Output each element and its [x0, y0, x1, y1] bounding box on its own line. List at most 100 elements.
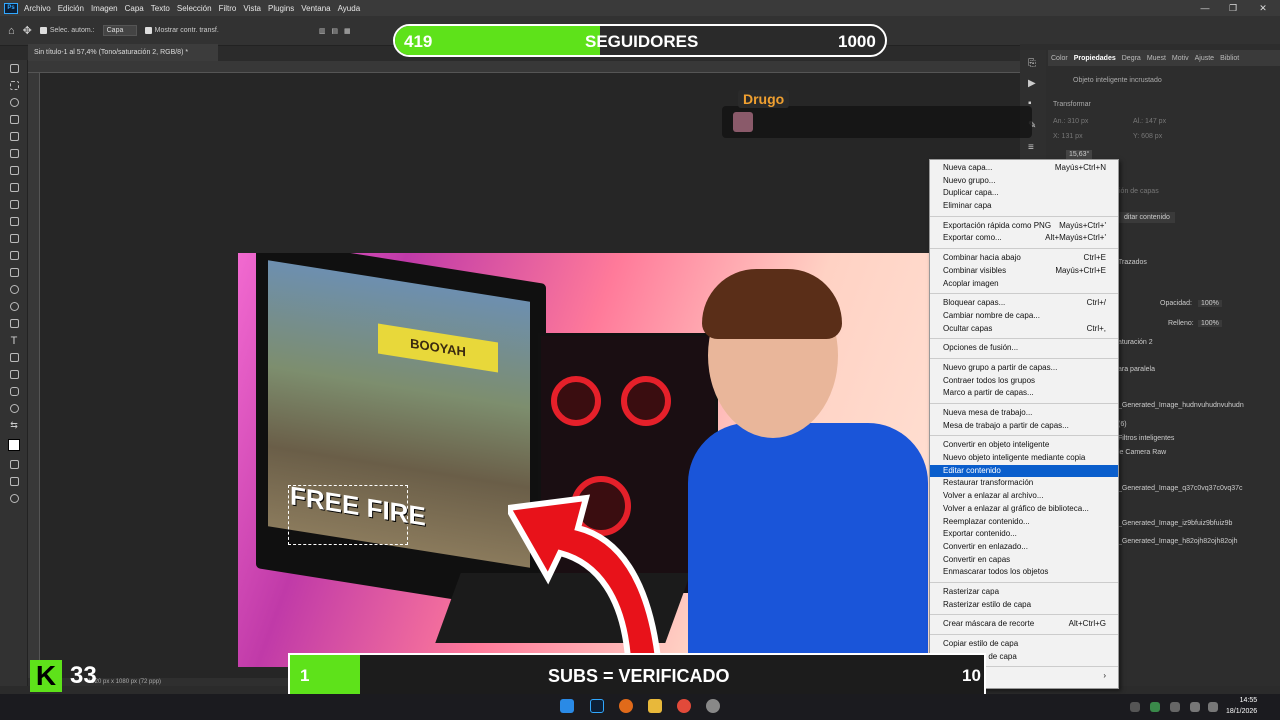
- play-icon[interactable]: ▶: [1028, 78, 1036, 89]
- system-tray-icon[interactable]: [1130, 702, 1140, 712]
- layer-item[interactable]: _Generated_Image_hudnvuhudnvuhudn: [1118, 402, 1244, 409]
- menu-ayuda[interactable]: Ayuda: [338, 4, 361, 13]
- layer-comps-dropdown[interactable]: ión de capas: [1119, 188, 1159, 195]
- angle-field[interactable]: 15,63°: [1066, 150, 1093, 159]
- menu-edicion[interactable]: Edición: [58, 4, 84, 13]
- pen-icon[interactable]: [0, 315, 28, 332]
- auto-select-dropdown[interactable]: Capa: [102, 25, 137, 36]
- path-select-icon[interactable]: [0, 349, 28, 366]
- menu-item[interactable]: Nuevo grupo...: [930, 175, 1118, 188]
- menu-item[interactable]: Acoplar imagen: [930, 278, 1118, 291]
- height-field[interactable]: Al.: 147 px: [1133, 118, 1166, 125]
- mic-icon[interactable]: [1170, 702, 1180, 712]
- file-explorer-icon[interactable]: [648, 699, 662, 713]
- clone-stamp-icon[interactable]: [0, 213, 28, 230]
- dodge-icon[interactable]: [0, 298, 28, 315]
- layer-item[interactable]: aturación 2: [1118, 339, 1153, 346]
- history-icon[interactable]: ⎘: [1028, 58, 1036, 69]
- menu-item[interactable]: Enmascarar todos los objetos: [930, 566, 1118, 579]
- menu-plugins[interactable]: Plugins: [268, 4, 294, 13]
- menu-item[interactable]: Bloquear capas... Ctrl+/: [930, 297, 1118, 310]
- history-brush-icon[interactable]: [0, 230, 28, 247]
- align-icons[interactable]: ▥▤▦: [319, 27, 357, 35]
- menu-ventana[interactable]: Ventana: [301, 4, 330, 13]
- menu-item[interactable]: Nuevo objeto inteligente mediante copia: [930, 452, 1118, 465]
- menu-capa[interactable]: Capa: [125, 4, 144, 13]
- menu-item[interactable]: Combinar hacia abajo Ctrl+E: [930, 252, 1118, 265]
- layer-item[interactable]: _Generated_Image_h82ojh82ojh82ojh: [1118, 538, 1238, 545]
- menu-item[interactable]: Exportar como... Alt+Mayús+Ctrl+': [930, 232, 1118, 245]
- menu-item[interactable]: Combinar visibles Mayús+Ctrl+E: [930, 265, 1118, 278]
- quick-mask-icon[interactable]: [0, 456, 28, 473]
- ai-generate-icon[interactable]: [0, 490, 28, 507]
- menu-imagen[interactable]: Imagen: [91, 4, 118, 13]
- clock[interactable]: 14:55 18/1/2026: [1226, 695, 1257, 717]
- chrome-icon[interactable]: [677, 699, 691, 713]
- blur-icon[interactable]: [0, 281, 28, 298]
- layer-item[interactable]: Filtros inteligentes: [1118, 435, 1174, 442]
- y-field[interactable]: Y: 608 px: [1133, 133, 1162, 140]
- menu-item[interactable]: Volver a enlazar al gráfico de bibliotec…: [930, 503, 1118, 516]
- menu-filtro[interactable]: Filtro: [219, 4, 237, 13]
- menu-item[interactable]: Rasterizar capa: [930, 586, 1118, 599]
- hand-icon[interactable]: [0, 383, 28, 400]
- healing-brush-icon[interactable]: [0, 179, 28, 196]
- type-icon[interactable]: T: [0, 332, 28, 349]
- tab-bibliotecas[interactable]: Bibliot: [1220, 55, 1239, 62]
- menu-item[interactable]: Mesa de trabajo a partir de capas...: [930, 420, 1118, 433]
- home-icon[interactable]: ⌂: [8, 25, 15, 37]
- menu-item[interactable]: Marco a partir de capas...: [930, 387, 1118, 400]
- marquee-icon[interactable]: [0, 77, 28, 94]
- photoshop-taskbar-icon[interactable]: [590, 699, 604, 713]
- move-icon[interactable]: [0, 60, 28, 77]
- volume-icon[interactable]: [1208, 702, 1218, 712]
- tab-motivos[interactable]: Motiv: [1172, 55, 1189, 62]
- menu-item[interactable]: Nueva capa... Mayús+Ctrl+N: [930, 162, 1118, 175]
- rectangle-icon[interactable]: [0, 366, 28, 383]
- crop-icon[interactable]: [0, 128, 28, 145]
- layer-item[interactable]: _Generated_Image_q37c0vq37c0vq37c: [1118, 485, 1243, 492]
- tab-trazados[interactable]: Trazados: [1118, 259, 1147, 266]
- object-select-icon[interactable]: [0, 111, 28, 128]
- eyedropper-icon[interactable]: [0, 162, 28, 179]
- maximize-icon[interactable]: ❐: [1220, 0, 1246, 16]
- menu-item[interactable]: Crear máscara de recorte Alt+Ctrl+G: [930, 618, 1118, 631]
- wifi-icon[interactable]: [1190, 702, 1200, 712]
- menu-item[interactable]: Exportar contenido...: [930, 528, 1118, 541]
- fill-field[interactable]: 100%: [1198, 320, 1222, 327]
- menu-item[interactable]: Volver a enlazar al archivo...: [930, 490, 1118, 503]
- tab-ajustes[interactable]: Ajuste: [1195, 55, 1214, 62]
- menu-item[interactable]: Cambiar nombre de capa...: [930, 310, 1118, 323]
- menu-item[interactable]: Copiar estilo de capa: [930, 638, 1118, 651]
- edit-contents-button[interactable]: ditar contenido: [1119, 212, 1175, 223]
- move-tool-icon[interactable]: ✥: [23, 24, 32, 37]
- obs-icon[interactable]: [706, 699, 720, 713]
- auto-select-checkbox[interactable]: Selec. autom.:: [39, 27, 95, 34]
- layer-item[interactable]: (6): [1118, 421, 1127, 428]
- swap-colors-icon[interactable]: ⇆: [0, 417, 28, 434]
- menu-item[interactable]: Opciones de fusión...: [930, 342, 1118, 355]
- menu-texto[interactable]: Texto: [151, 4, 170, 13]
- menu-item[interactable]: Convertir en capas: [930, 554, 1118, 567]
- close-icon[interactable]: ✕: [1250, 0, 1276, 16]
- brush-icon[interactable]: [0, 196, 28, 213]
- tab-color[interactable]: Color: [1051, 55, 1068, 62]
- screen-mode-icon[interactable]: [0, 473, 28, 490]
- menu-item[interactable]: Convertir en enlazado...: [930, 541, 1118, 554]
- browser-taskbar-icon[interactable]: [619, 699, 633, 713]
- menu-item[interactable]: Eliminar capa: [930, 200, 1118, 213]
- opacity-field[interactable]: 100%: [1198, 300, 1222, 307]
- minimize-icon[interactable]: —: [1192, 0, 1218, 16]
- document-tab[interactable]: Sin título-1 al 57,4% (Tono/saturación 2…: [28, 44, 218, 61]
- menu-item[interactable]: Duplicar capa...: [930, 187, 1118, 200]
- security-icon[interactable]: [1150, 702, 1160, 712]
- gradient-icon[interactable]: [0, 264, 28, 281]
- menu-seleccion[interactable]: Selección: [177, 4, 212, 13]
- eraser-icon[interactable]: [0, 247, 28, 264]
- layer-item[interactable]: le Camera Raw: [1118, 449, 1166, 456]
- windows-start-icon[interactable]: [560, 699, 574, 713]
- layer-item[interactable]: ara paralela: [1118, 366, 1155, 373]
- foreground-color-swatch[interactable]: [0, 434, 28, 456]
- menu-item[interactable]: Editar contenido: [930, 464, 1118, 478]
- zoom-icon[interactable]: [0, 400, 28, 417]
